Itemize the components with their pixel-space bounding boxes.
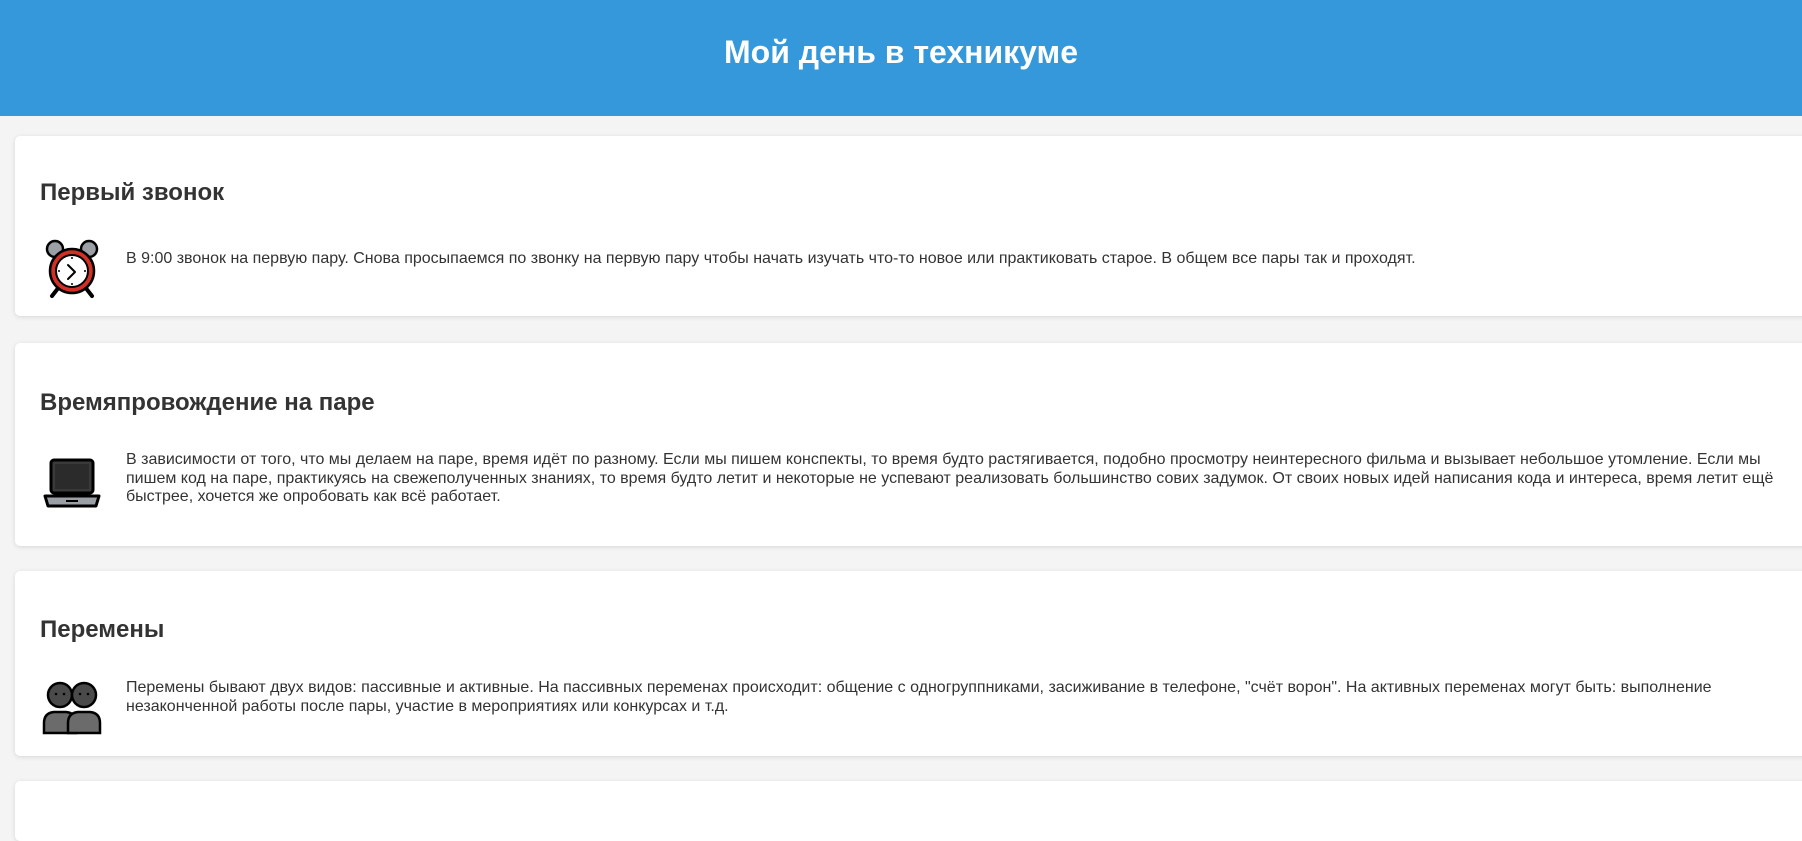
two-people-icon	[42, 675, 102, 735]
section-card-breaks: Перемены Перемены бывают двух видов: пас…	[15, 571, 1802, 756]
section-text: В 9:00 звонок на первую пару. Снова прос…	[126, 250, 1416, 267]
page-title: Мой день в техникуме	[723, 33, 1079, 70]
section-text: В зависимости от того, что мы делаем на …	[126, 451, 1774, 505]
section-title: Первый звонок	[40, 179, 225, 206]
section-card-first-bell: Первый звонок В 9:00 звонок на первую па…	[15, 136, 1802, 316]
section-text: Перемены бывают двух видов: пассивные и …	[126, 679, 1712, 715]
laptop-icon	[42, 454, 102, 514]
section-title: Перемены	[40, 616, 165, 643]
page-header: Мой день в техникуме	[0, 0, 1802, 116]
section-card-next	[15, 781, 1802, 841]
section-title: Времяпровождение на паре	[40, 389, 375, 416]
alarm-clock-icon	[42, 239, 102, 299]
section-card-class-time: Времяпровождение на паре В зависимости о…	[15, 343, 1802, 546]
